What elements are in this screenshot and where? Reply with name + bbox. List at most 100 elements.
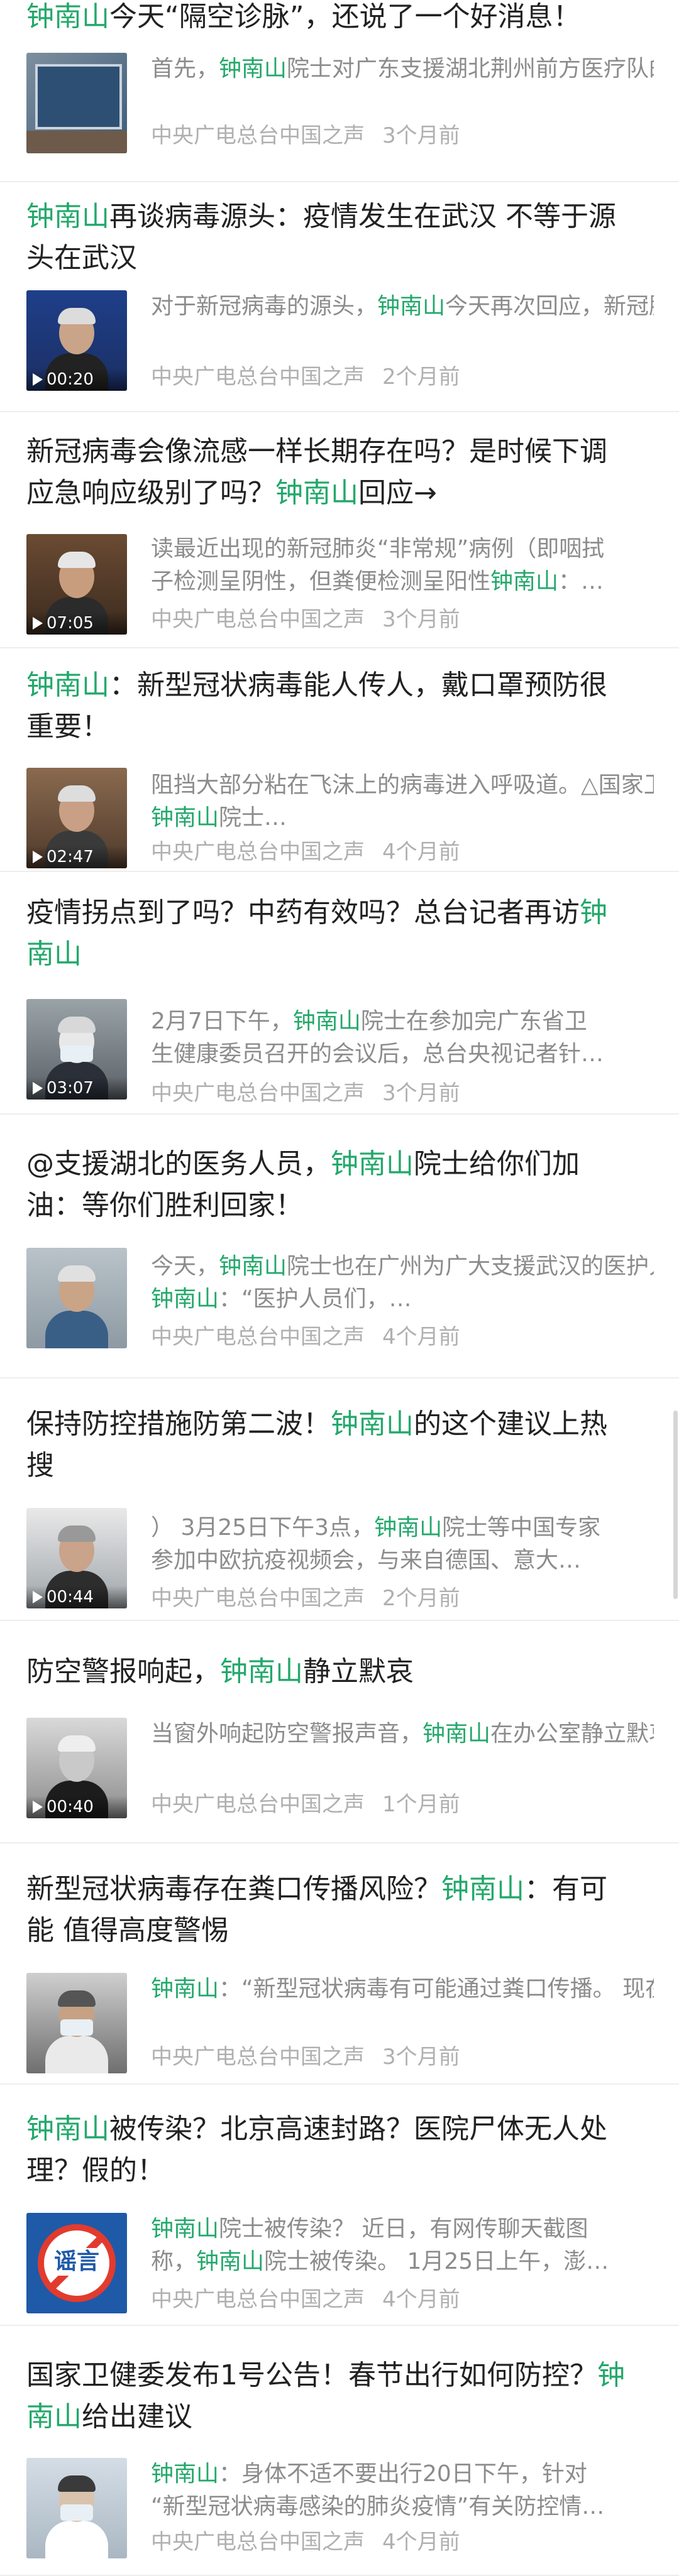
- news-card[interactable]: 钟南山被传染？北京高速封路？医院尸体无人处 理？假的！ 谣言 钟南山 院士被传染？ 近日…: [0, 2085, 679, 2326]
- summary-text: 当窗外响起防空警报声音，: [151, 1721, 423, 1747]
- keyword-highlight: 钟: [580, 897, 607, 929]
- news-source: 中央广电总台中国之声: [151, 364, 365, 390]
- video-duration-text: 03:07: [47, 1079, 94, 1098]
- news-summary: ） 3月25日下午3点，钟南山院士等中国专家 参加中欧抗疫视频会，与来自德国、意大…: [151, 1512, 654, 1577]
- keyword-highlight: 钟南山: [151, 1976, 219, 2002]
- summary-text: 对于新冠病毒的源头，: [151, 293, 378, 319]
- scrollbar[interactable]: [673, 1411, 678, 1599]
- keyword-highlight: 钟南山: [26, 1, 109, 33]
- summary-text: “新型冠状病毒感染的肺炎疫情”有关防控情…: [151, 2494, 605, 2519]
- news-card[interactable]: @支援湖北的医务人员，钟南山院士给你们加 油：等你们胜利回家！ 今天，钟南山院士也在…: [0, 1115, 679, 1378]
- thumbnail-image[interactable]: 谣言: [26, 2213, 127, 2313]
- summary-text: 首先，: [151, 56, 219, 82]
- play-icon: [33, 1082, 43, 1094]
- thumbnail-image[interactable]: 00:40: [26, 1718, 127, 1818]
- video-duration-text: 00:44: [47, 1588, 94, 1607]
- summary-text: ） 3月25日下午3点，: [151, 1515, 375, 1541]
- news-title[interactable]: 国家卫健委发布1号公告！春节出行如何防控？钟 南山给出建议: [26, 2355, 649, 2438]
- thumbnail-image[interactable]: [26, 2458, 127, 2558]
- person-hair-art: [58, 308, 96, 324]
- news-title[interactable]: 钟南山：新型冠状病毒能人传人，戴口罩预防很 重要！: [26, 665, 649, 748]
- keyword-highlight: 钟南山: [275, 477, 358, 509]
- news-title[interactable]: 钟南山再谈病毒源头：疫情发生在武汉 不等于源头在武汉: [26, 196, 649, 279]
- news-title[interactable]: 疫情拐点到了吗？中药有效吗？总台记者再访钟 南山: [26, 892, 649, 975]
- summary-text: 院士被传染？ 近日，有网传聊天截图: [219, 2216, 588, 2242]
- thumbnail-image[interactable]: 00:20: [26, 290, 127, 391]
- news-card[interactable]: 保持防控措施防第二波！钟南山的这个建议上热搜 00:44 ） 3月25日下午3点，钟…: [0, 1378, 679, 1621]
- person-hair-art: [58, 1017, 96, 1033]
- keyword-highlight: 钟南山: [331, 1148, 414, 1180]
- title-text: 给出建议: [82, 2401, 192, 2433]
- news-card[interactable]: 钟南山：新型冠状病毒能人传人，戴口罩预防很 重要！ 02:47 阻挡大部分粘在飞沫上的…: [0, 648, 679, 872]
- person-hair-art: [58, 1265, 96, 1282]
- face-mask-art: [60, 2504, 93, 2521]
- title-text: 再谈病毒源头：疫情发生在武汉 不等于源: [109, 200, 616, 232]
- news-summary: 2月7日下午，钟南山院士在参加完广东省卫 生健康委员召开的会议后，总台央视记者针…: [151, 1005, 654, 1071]
- news-title[interactable]: 新冠病毒会像流感一样长期存在吗？是时候下调 应急响应级别了吗？钟南山回应→: [26, 431, 649, 514]
- title-text: 的这个建议上热: [414, 1408, 607, 1440]
- news-card[interactable]: 钟南山再谈病毒源头：疫情发生在武汉 不等于源 头在武汉 00:20 对于新冠病毒的源头…: [0, 182, 679, 412]
- news-card[interactable]: 钟南山今天“隔空诊脉”，还说了一个好消息！ 首先，钟南山院士对广东支援湖北荆州前方…: [0, 0, 679, 182]
- thumbnail-image[interactable]: 02:47: [26, 768, 127, 868]
- news-time: 4个月前: [382, 839, 460, 865]
- news-title[interactable]: 钟南山被传染？北京高速封路？医院尸体无人处 理？假的！: [26, 2109, 649, 2191]
- news-title[interactable]: @支援湖北的医务人员，钟南山院士给你们加 油：等你们胜利回家！: [26, 1143, 649, 1226]
- keyword-highlight: 钟南山: [377, 293, 446, 319]
- news-card[interactable]: 疫情拐点到了吗？中药有效吗？总台记者再访钟 南山 03:07 2月7日下午，钟南山院士…: [0, 872, 679, 1115]
- keyword-highlight: 钟南山: [26, 200, 109, 232]
- news-meta: 中央广电总台中国之声 3个月前: [151, 123, 460, 148]
- news-title[interactable]: 防空警报响起，钟南山静立默哀: [26, 1651, 649, 1693]
- thumbnail-image[interactable]: [26, 1973, 127, 2073]
- news-title[interactable]: 新型冠状病毒存在粪口传播风险？钟南山：有可能 值得高度警惕: [26, 1869, 649, 1951]
- news-title[interactable]: 钟南山今天“隔空诊脉”，还说了一个好消息！: [26, 0, 649, 38]
- title-text: 保持防控措施防第二波！: [26, 1408, 331, 1440]
- news-meta: 中央广电总台中国之声 4个月前: [151, 1324, 460, 1350]
- news-card[interactable]: 新型冠状病毒存在粪口传播风险？钟南山：有可能 值得高度警惕 钟南山：“新型冠状病毒…: [0, 1843, 679, 2085]
- video-duration: 03:07: [26, 1077, 127, 1100]
- news-title[interactable]: 保持防控措施防第二波！钟南山的这个建议上热搜: [26, 1404, 649, 1487]
- person-hair-art: [58, 1735, 96, 1752]
- thumbnail-image[interactable]: [26, 1248, 127, 1348]
- title-text: 防空警报响起，: [26, 1656, 220, 1688]
- title-text: 静立默哀: [303, 1656, 414, 1688]
- news-card[interactable]: 防空警报响起，钟南山静立默哀 00:40 当窗外响起防空警报声音，钟南山在办公室静立…: [0, 1621, 679, 1843]
- summary-text: 在办公室: [490, 1721, 582, 1747]
- keyword-highlight: 钟南山: [196, 2249, 265, 2274]
- keyword-highlight: 钟南山: [219, 1253, 287, 1279]
- thumbnail-image[interactable]: 00:44: [26, 1508, 127, 1608]
- news-source: 中央广电总台中国之声: [151, 2530, 365, 2555]
- keyword-highlight: 钟南山: [151, 2461, 219, 2487]
- news-time: 3个月前: [382, 123, 460, 148]
- news-summary: 读最近出现的新冠肺炎“非常规”病例（即咽拭 子检测呈阴性，但粪便检测呈阳性钟南山：…: [151, 533, 654, 598]
- summary-text: 播。 现在这个问题应该非常重视，因为在…: [570, 1976, 654, 2002]
- video-duration: 00:44: [26, 1586, 127, 1608]
- summary-text: 院士…: [219, 805, 287, 831]
- news-source: 中央广电总台中国之声: [151, 123, 365, 148]
- news-summary: 钟南山院士被传染？ 近日，有网传聊天截图 称，钟南山院士被传染。 1月25日上午，…: [151, 2213, 654, 2278]
- title-text: 新型冠状病毒存在粪口传播风险？: [26, 1873, 441, 1905]
- keyword-highlight: 南山: [26, 938, 82, 970]
- news-meta: 中央广电总台中国之声 2个月前: [151, 1586, 460, 1611]
- thumbnail-image[interactable]: [26, 53, 127, 153]
- title-text: 头在武汉: [26, 242, 137, 274]
- news-source: 中央广电总台中国之声: [151, 1324, 365, 1350]
- news-card[interactable]: 国家卫健委发布1号公告！春节出行如何防控？钟 南山给出建议 钟南山：身体不适不要出行…: [0, 2326, 679, 2576]
- title-text: @支援湖北的医务人员，: [26, 1148, 331, 1180]
- summary-text: 的医护人员加油。: [581, 1253, 654, 1279]
- person-hair-art: [58, 2475, 96, 2492]
- title-text: 回应→: [358, 477, 437, 509]
- video-duration-text: 02:47: [47, 848, 94, 866]
- thumbnail-image[interactable]: 03:07: [26, 999, 127, 1100]
- keyword-highlight: 钟南山: [374, 1515, 443, 1541]
- face-mask-art: [60, 2019, 93, 2036]
- title-text: 能 值得高度警惕: [26, 1914, 229, 1946]
- summary-text: 读最近出现的新冠肺炎“非常规”病例（即咽拭: [151, 536, 605, 562]
- thumbnail-image[interactable]: 07:05: [26, 534, 127, 635]
- title-text: ：有可: [524, 1873, 607, 1905]
- title-text: 重要！: [26, 711, 109, 743]
- title-text: 理？假的！: [26, 2154, 165, 2186]
- news-card[interactable]: 新冠病毒会像流感一样长期存在吗？是时候下调 应急响应级别了吗？钟南山回应→ 07:0…: [0, 412, 679, 648]
- video-duration: 07:05: [26, 612, 127, 635]
- video-duration: 02:47: [26, 846, 127, 868]
- summary-text: 阻挡大部分粘在飞沫上的病毒进入呼吸道。: [151, 772, 582, 798]
